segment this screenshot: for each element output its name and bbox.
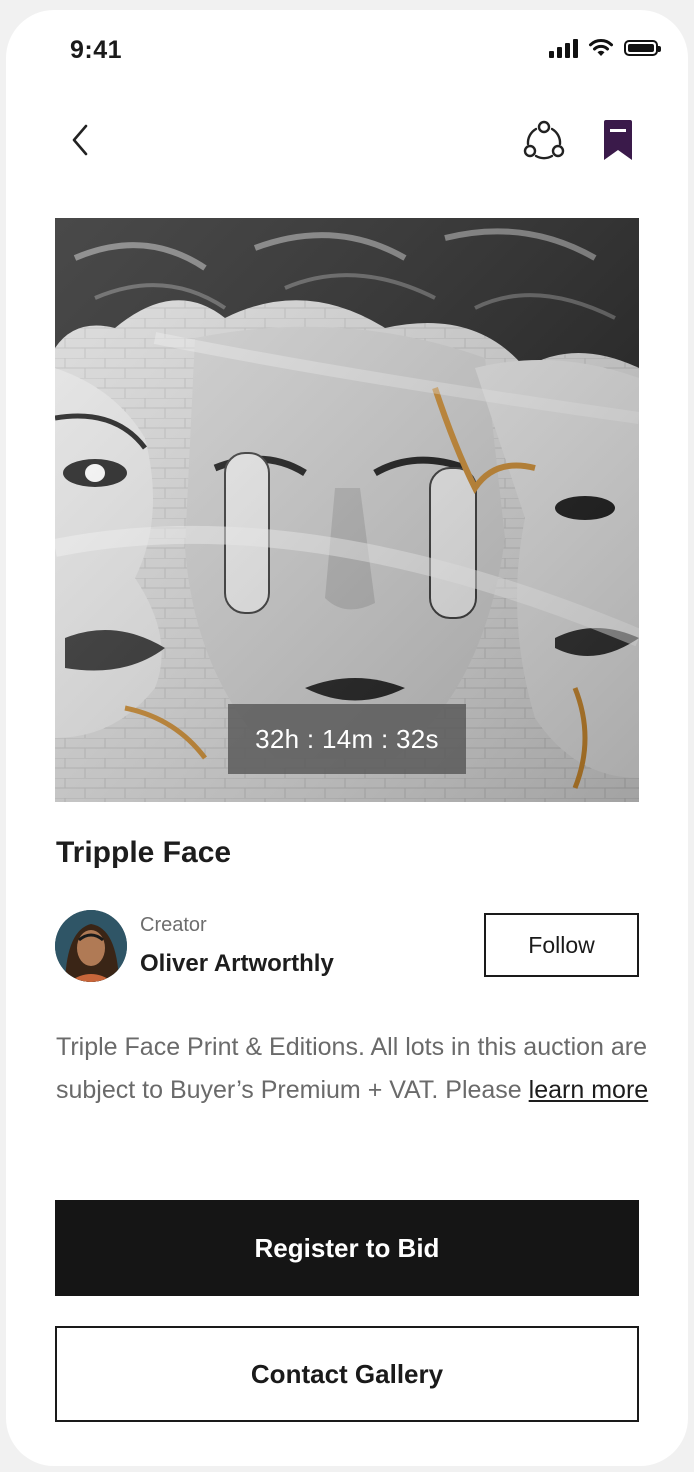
artwork-description: Triple Face Print & Editions. All lots i… [56, 1026, 656, 1112]
learn-more-link[interactable]: learn more [529, 1076, 649, 1104]
creator-name[interactable]: Oliver Artworthly [140, 950, 334, 978]
wifi-icon [589, 39, 613, 56]
phone-screen: 9:41 32h: 14m: 32s Tripple Face Creato… [6, 10, 688, 1466]
share-icon[interactable] [522, 118, 566, 162]
follow-button[interactable]: Follow [484, 913, 639, 977]
register-to-bid-button[interactable]: Register to Bid [55, 1200, 639, 1296]
creator-caption: Creator [140, 914, 207, 936]
artwork-image[interactable]: 32h : 14m : 32s [55, 218, 639, 802]
signal-icon [549, 38, 578, 58]
back-chevron-icon[interactable] [62, 120, 102, 160]
bookmark-icon[interactable] [598, 118, 638, 162]
auction-timer: 32h : 14m : 32s [228, 704, 466, 774]
contact-gallery-button[interactable]: Contact Gallery [55, 1326, 639, 1422]
creator-avatar[interactable] [55, 910, 127, 982]
battery-level [628, 44, 654, 52]
avatar-portrait-illustration [55, 910, 127, 982]
status-time: 9:41 [70, 36, 123, 64]
status-icons [549, 38, 661, 58]
artwork-title: Tripple Face [56, 836, 232, 869]
battery-icon [624, 40, 661, 56]
